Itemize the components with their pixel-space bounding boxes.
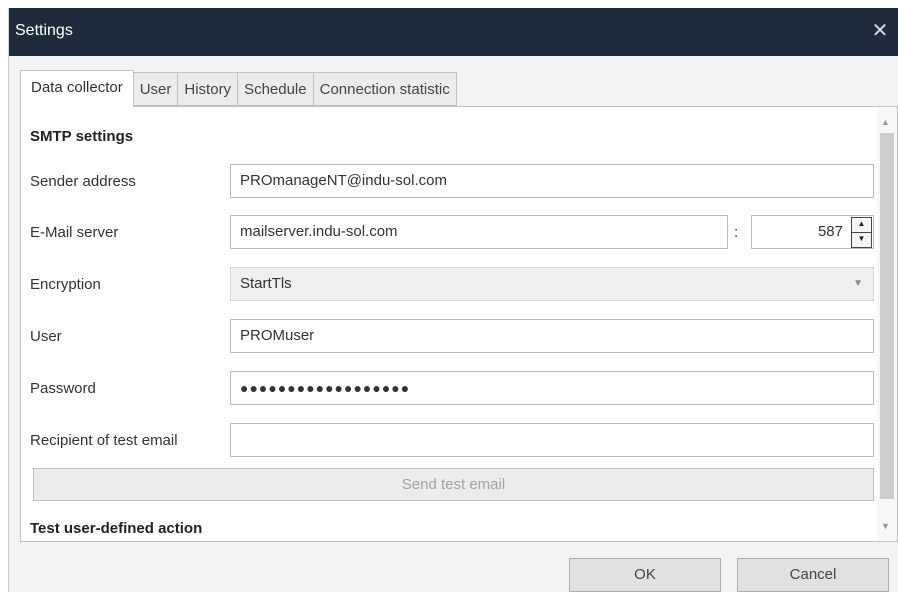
ok-button[interactable]: OK <box>569 558 721 592</box>
tab-history[interactable]: History <box>178 72 239 106</box>
port-stepper[interactable]: 587 ▲ ▼ <box>751 215 874 249</box>
email-server-label: E-Mail server <box>30 224 119 241</box>
password-label: Password <box>30 380 96 397</box>
password-input[interactable]: ●●●●●●●●●●●●●●●●●● <box>230 371 874 405</box>
increment-icon[interactable]: ▲ <box>851 217 872 233</box>
tab-user[interactable]: User <box>133 72 179 106</box>
recipient-label: Recipient of test email <box>30 432 178 449</box>
window-title: Settings <box>15 22 73 39</box>
tab-connection-statistic[interactable]: Connection statistic <box>313 72 457 106</box>
user-input[interactable]: PROMuser <box>230 319 874 353</box>
vertical-scrollbar[interactable]: ▲ ▼ <box>878 107 897 541</box>
encryption-select[interactable]: StartTls ▼ <box>230 267 874 301</box>
test-action-section-title: Test user-defined action <box>30 520 203 537</box>
encryption-value: StartTls <box>240 275 292 292</box>
scroll-thumb[interactable] <box>880 133 894 499</box>
settings-dialog: Settings ✕ Data collector User History S… <box>8 8 898 592</box>
scroll-down-icon[interactable]: ▼ <box>881 521 890 531</box>
cancel-button[interactable]: Cancel <box>737 558 889 592</box>
email-server-input[interactable]: mailserver.indu-sol.com <box>230 215 728 249</box>
send-test-email-button[interactable]: Send test email <box>33 468 874 501</box>
encryption-label: Encryption <box>30 276 101 293</box>
tab-schedule[interactable]: Schedule <box>238 72 314 106</box>
settings-panel: SMTP settings Sender address PROmanageNT… <box>20 106 898 542</box>
sender-address-label: Sender address <box>30 173 136 190</box>
user-label: User <box>30 328 62 345</box>
sender-address-input[interactable]: PROmanageNT@indu-sol.com <box>230 164 874 198</box>
smtp-section-title: SMTP settings <box>30 128 134 145</box>
port-separator: : <box>734 224 739 241</box>
scroll-up-icon[interactable]: ▲ <box>881 117 890 127</box>
recipient-input[interactable] <box>230 423 874 457</box>
tab-data-collector[interactable]: Data collector <box>20 70 134 107</box>
port-spinner: ▲ ▼ <box>851 217 872 248</box>
title-bar: Settings ✕ <box>9 8 898 56</box>
decrement-icon[interactable]: ▼ <box>851 232 872 248</box>
chevron-down-icon: ▼ <box>853 278 863 289</box>
close-icon[interactable]: ✕ <box>865 16 895 46</box>
tab-bar: Data collector User History Schedule Con… <box>20 70 457 107</box>
port-value: 587 <box>817 223 843 240</box>
